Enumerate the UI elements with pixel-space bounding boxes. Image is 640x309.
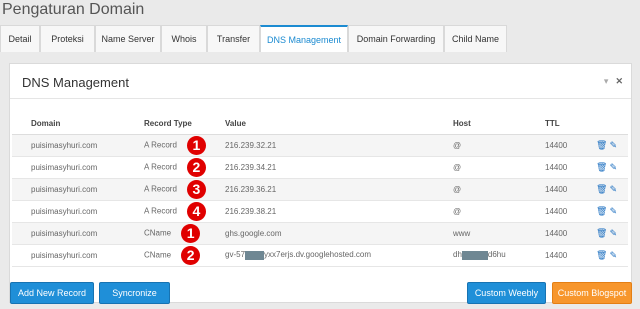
cell-domain: puisimasyhuri.com	[12, 156, 125, 179]
table-row: puisimasyhuri.com CName 2 gv-57 yxx7erjs.d…	[12, 244, 628, 267]
tab-domain-forwarding[interactable]: Domain Forwarding	[348, 25, 444, 52]
panel-title: DNS Management	[22, 75, 129, 90]
column-header-domain: Domain	[12, 114, 125, 135]
cell-value: 216.239.38.21	[206, 200, 434, 223]
add-new-record-button[interactable]: Add New Record	[10, 282, 94, 304]
dns-management-panel: DNS Management ▾ ✕ Domain Record Type Val…	[9, 63, 632, 303]
column-header-value: Value	[206, 114, 434, 135]
cell-value: 216.239.36.21	[206, 178, 434, 201]
cell-domain: puisimasyhuri.com	[12, 134, 125, 157]
number-badge: 4	[186, 201, 206, 221]
tab-proteksi[interactable]: Proteksi	[40, 25, 95, 52]
custom-blogspot-button[interactable]: Custom Blogspot	[552, 282, 632, 304]
cell-ttl: 14400	[526, 156, 577, 179]
cell-actions: 🗑 ✎	[577, 156, 628, 179]
trash-icon[interactable]: 🗑	[596, 250, 607, 260]
trash-icon[interactable]: 🗑	[596, 162, 607, 172]
cell-record-type: CName 1	[125, 222, 206, 245]
pencil-icon[interactable]: ✎	[610, 206, 618, 216]
trash-icon[interactable]: 🗑	[596, 228, 607, 238]
cell-record-type: A Record 4	[125, 200, 206, 223]
table-row: puisimasyhuri.com A Record 3 216.239.36.2…	[12, 178, 628, 201]
table-row: puisimasyhuri.com A Record 1 216.239.32.2…	[12, 134, 628, 157]
cell-value: 216.239.34.21	[206, 156, 434, 179]
cell-record-type: CName 2	[125, 244, 206, 267]
cell-ttl: 14400	[526, 178, 577, 201]
cell-value: gv-57 yxx7erjs.dv.googlehosted.com	[206, 244, 434, 267]
cell-actions: 🗑 ✎	[577, 178, 628, 201]
table-row: puisimasyhuri.com A Record 2 216.239.34.2…	[12, 156, 628, 179]
pencil-icon[interactable]: ✎	[610, 250, 618, 260]
close-icon[interactable]: ✕	[615, 76, 623, 86]
cell-value: ghs.google.com	[206, 222, 434, 245]
cell-actions: 🗑 ✎	[577, 222, 628, 245]
cell-actions: 🗑 ✎	[577, 244, 628, 267]
number-badge: 1	[186, 135, 206, 155]
syncronize-button[interactable]: Syncronize	[99, 282, 170, 304]
column-header-actions	[577, 114, 628, 135]
tab-detail[interactable]: Detail	[0, 25, 40, 52]
cell-record-type: A Record 2	[125, 156, 206, 179]
table-header-row: Domain Record Type Value Host TTL	[12, 114, 628, 135]
cell-ttl: 14400	[526, 200, 577, 223]
cell-host: @	[434, 200, 526, 223]
cell-host: @	[434, 178, 526, 201]
column-header-host: Host	[434, 114, 526, 135]
cell-actions: 🗑 ✎	[577, 134, 628, 157]
redacted-block	[245, 250, 265, 260]
cell-domain: puisimasyhuri.com	[12, 222, 125, 245]
cell-host: @	[434, 134, 526, 157]
dns-records-table: Domain Record Type Value Host TTL puisim…	[12, 114, 628, 267]
cell-host: www	[434, 222, 526, 245]
tab-whois[interactable]: Whois	[161, 25, 207, 52]
trash-icon[interactable]: 🗑	[596, 140, 607, 150]
number-badge: 2	[181, 245, 201, 265]
cell-domain: puisimasyhuri.com	[12, 178, 125, 201]
cell-record-type: A Record 1	[125, 134, 206, 157]
cell-actions: 🗑 ✎	[577, 200, 628, 223]
divider	[10, 98, 631, 99]
cell-ttl: 14400	[526, 222, 577, 245]
panel-tools: ▾ ✕	[597, 76, 623, 87]
number-badge: 3	[186, 179, 206, 199]
redacted-block	[461, 250, 488, 260]
tab-child-name[interactable]: Child Name	[444, 25, 507, 52]
number-badge: 1	[181, 223, 201, 243]
cell-host: @	[434, 156, 526, 179]
chevron-down-icon[interactable]: ▾	[604, 76, 609, 86]
tab-name-server[interactable]: Name Server	[95, 25, 161, 52]
cell-value: 216.239.32.21	[206, 134, 434, 157]
pencil-icon[interactable]: ✎	[610, 184, 618, 194]
column-header-ttl: TTL	[526, 114, 577, 135]
cell-ttl: 14400	[526, 244, 577, 267]
table-row: puisimasyhuri.com CName 1 ghs.google.com …	[12, 222, 628, 245]
trash-icon[interactable]: 🗑	[596, 206, 607, 216]
tab-transfer[interactable]: Transfer	[207, 25, 260, 52]
pencil-icon[interactable]: ✎	[610, 228, 618, 238]
tab-dns-management[interactable]: DNS Management	[260, 25, 348, 52]
pencil-icon[interactable]: ✎	[610, 140, 618, 150]
tab-bar: Detail Proteksi Name Server Whois Transf…	[0, 25, 640, 52]
cell-ttl: 14400	[526, 134, 577, 157]
cell-record-type: A Record 3	[125, 178, 206, 201]
trash-icon[interactable]: 🗑	[596, 184, 607, 194]
table-row: puisimasyhuri.com A Record 4 216.239.38.2…	[12, 200, 628, 223]
pencil-icon[interactable]: ✎	[610, 162, 618, 172]
cell-domain: puisimasyhuri.com	[12, 200, 125, 223]
page-title: Pengaturan Domain	[2, 1, 145, 18]
custom-weebly-button[interactable]: Custom Weebly	[467, 282, 546, 304]
tab-filler	[507, 25, 640, 52]
column-header-record-type: Record Type	[125, 114, 206, 135]
number-badge: 2	[186, 157, 206, 177]
cell-host: dh d6hu	[434, 244, 526, 267]
cell-domain: puisimasyhuri.com	[12, 244, 125, 267]
